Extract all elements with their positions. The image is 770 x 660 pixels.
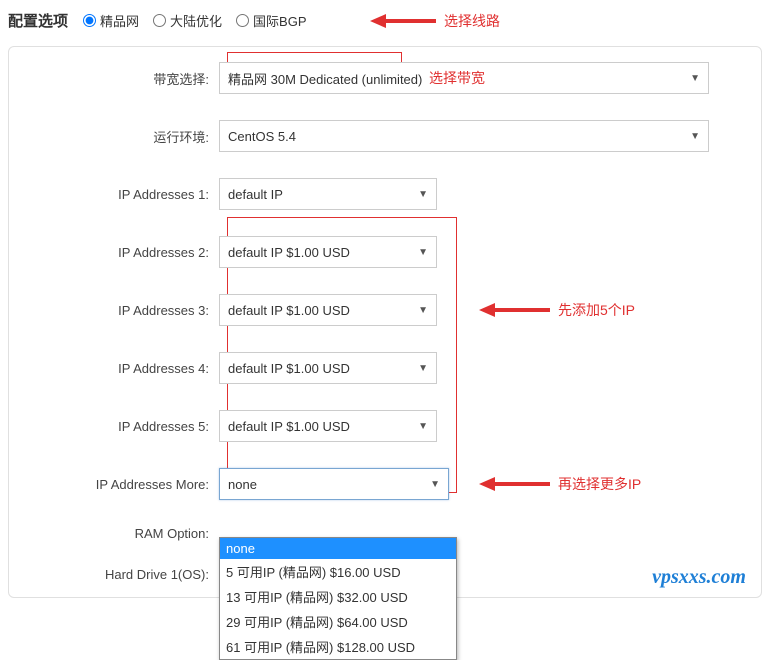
radio-bgp[interactable]: 国际BGP bbox=[236, 11, 306, 30]
radio-mainland[interactable]: 大陆优化 bbox=[153, 11, 222, 30]
select-ip3[interactable]: default IP $1.00 USD ▼ bbox=[219, 294, 437, 326]
caret-icon: ▼ bbox=[690, 131, 700, 142]
config-title: 配置选项 bbox=[8, 10, 68, 31]
select-ip1[interactable]: default IP ▼ bbox=[219, 178, 437, 210]
line-radio-group: 精品网 大陆优化 国际BGP bbox=[83, 11, 307, 30]
dropdown-opt-0[interactable]: none bbox=[220, 538, 456, 559]
anno-addips: 先添加5个IP bbox=[558, 300, 635, 320]
select-os-value: CentOS 5.4 bbox=[228, 129, 296, 144]
caret-icon: ▼ bbox=[690, 73, 700, 84]
anno-moreips: 再选择更多IP bbox=[558, 474, 641, 494]
radio-bgp-label: 国际BGP bbox=[253, 11, 306, 30]
anno-line: 选择线路 bbox=[444, 11, 500, 31]
label-os: 运行环境: bbox=[19, 127, 219, 146]
select-ip5-value: default IP $1.00 USD bbox=[228, 419, 350, 434]
radio-premium[interactable]: 精品网 bbox=[83, 11, 139, 30]
radio-premium-input[interactable] bbox=[83, 14, 96, 27]
label-ip5: IP Addresses 5: bbox=[19, 419, 219, 434]
dropdown-opt-1[interactable]: 5 可用IP (精品网) $16.00 USD bbox=[220, 559, 456, 584]
caret-icon: ▼ bbox=[430, 479, 440, 490]
select-ip3-value: default IP $1.00 USD bbox=[228, 303, 350, 318]
radio-mainland-label: 大陆优化 bbox=[170, 11, 222, 30]
radio-mainland-input[interactable] bbox=[153, 14, 166, 27]
label-ip4: IP Addresses 4: bbox=[19, 361, 219, 376]
select-ip2-value: default IP $1.00 USD bbox=[228, 245, 350, 260]
caret-icon: ▼ bbox=[418, 421, 428, 432]
form-box: 带宽选择: 精品网 30M Dedicated (unlimited) 选择带宽… bbox=[8, 46, 762, 598]
radio-bgp-input[interactable] bbox=[236, 14, 249, 27]
radio-premium-label: 精品网 bbox=[100, 11, 139, 30]
caret-icon: ▼ bbox=[418, 363, 428, 374]
select-bandwidth[interactable]: 精品网 30M Dedicated (unlimited) 选择带宽 ▼ bbox=[219, 62, 709, 94]
label-ip2: IP Addresses 2: bbox=[19, 245, 219, 260]
select-ip4[interactable]: default IP $1.00 USD ▼ bbox=[219, 352, 437, 384]
select-ipmore[interactable]: none ▼ bbox=[219, 468, 449, 500]
select-ip2[interactable]: default IP $1.00 USD ▼ bbox=[219, 236, 437, 268]
select-ip5[interactable]: default IP $1.00 USD ▼ bbox=[219, 410, 437, 442]
label-ip1: IP Addresses 1: bbox=[19, 187, 219, 202]
arrow-addips: 先添加5个IP bbox=[479, 300, 635, 320]
select-ip1-value: default IP bbox=[228, 187, 283, 202]
caret-icon: ▼ bbox=[418, 247, 428, 258]
label-hdd: Hard Drive 1(OS): bbox=[19, 567, 219, 582]
anno-bandwidth: 选择带宽 bbox=[429, 68, 485, 88]
select-ipmore-value: none bbox=[228, 477, 257, 492]
arrow-moreips: 再选择更多IP bbox=[479, 474, 641, 494]
select-bandwidth-value: 精品网 30M Dedicated (unlimited) bbox=[228, 69, 422, 88]
watermark: vpsxxs.com bbox=[652, 566, 746, 589]
select-ip4-value: default IP $1.00 USD bbox=[228, 361, 350, 376]
label-ipmore: IP Addresses More: bbox=[19, 477, 219, 492]
dropdown-opt-3[interactable]: 29 可用IP (精品网) $64.00 USD bbox=[220, 609, 456, 634]
arrow-line: 选择线路 bbox=[370, 11, 500, 31]
label-ip3: IP Addresses 3: bbox=[19, 303, 219, 318]
dropdown-opt-4[interactable]: 61 可用IP (精品网) $128.00 USD bbox=[220, 634, 456, 659]
label-ram: RAM Option: bbox=[19, 526, 219, 541]
dropdown-opt-2[interactable]: 13 可用IP (精品网) $32.00 USD bbox=[220, 584, 456, 609]
label-bandwidth: 带宽选择: bbox=[19, 69, 219, 88]
caret-icon: ▼ bbox=[418, 305, 428, 316]
select-os[interactable]: CentOS 5.4 ▼ bbox=[219, 120, 709, 152]
caret-icon: ▼ bbox=[418, 189, 428, 200]
